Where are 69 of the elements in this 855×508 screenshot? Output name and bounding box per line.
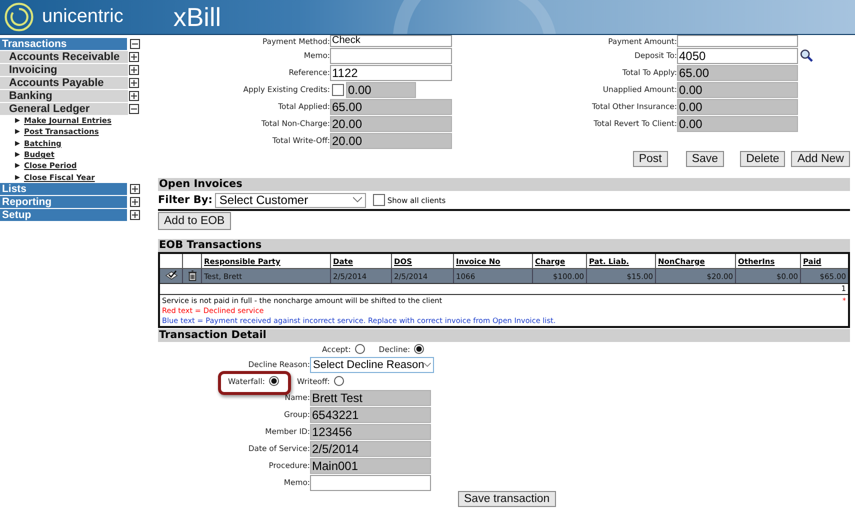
filter-label: Filter By: [158,194,212,206]
nav-item[interactable]: Banking [0,90,128,102]
section-header: Transaction Detail [158,329,850,342]
decline-reason-select[interactable]: Select Decline Reason [310,356,434,372]
expand-icon[interactable] [130,184,140,194]
nav-item[interactable]: Accounts Receivable [0,50,128,62]
nav-section[interactable]: Setup [0,209,127,222]
action-button[interactable]: Save [686,151,724,167]
collapse-icon[interactable] [130,38,140,48]
checkbox[interactable] [373,194,386,206]
checkbox[interactable] [332,84,344,96]
action-button[interactable]: Add New [791,151,850,167]
readonly-field: Main001 [310,458,431,474]
customer-select[interactable]: Select Customer [215,192,366,208]
readonly-field: 6543221 [310,406,431,422]
save-transaction-button[interactable]: Save transaction [458,491,556,507]
chevron-icon [424,362,431,368]
brand-name: unicentric [42,6,124,28]
nav-item[interactable]: Invoicing [0,64,128,76]
action-button[interactable]: Delete [740,151,786,167]
readonly-field: 65.00 [677,64,798,80]
logo-icon [4,2,34,32]
radio-button[interactable] [334,376,344,386]
nav-section[interactable]: Lists [0,183,127,196]
expand-icon[interactable] [129,64,139,74]
readonly-field: 0.00 [677,82,798,98]
bullet-icon [15,118,20,124]
readonly-field: Brett Test [310,390,431,406]
expand-icon[interactable] [129,90,139,100]
readonly-field: 65.00 [330,98,452,114]
nav-section[interactable]: Reporting [0,196,127,208]
bullet-icon [15,140,20,146]
search-icon[interactable] [800,49,813,62]
bullet-icon [15,152,20,158]
input-field[interactable]: 1122 [330,64,452,80]
expand-icon[interactable] [129,78,139,88]
radio-button[interactable] [414,344,424,354]
readonly-field: 0.00 [677,116,798,132]
action-button[interactable]: Post [632,151,668,167]
chevron-icon [353,197,362,203]
trash-icon[interactable] [188,270,196,280]
bullet-icon [15,129,20,134]
nav-section[interactable]: Transactions [0,38,127,50]
select-field[interactable]: Check [330,35,452,47]
approve-icon[interactable] [164,270,178,280]
nav-item[interactable]: General Ledger [0,102,128,114]
readonly-field: 2/5/2014 [310,440,431,456]
add-to-eob-button[interactable]: Add to EOB [158,212,231,230]
readonly-field: 20.00 [330,116,452,132]
input-field[interactable]: 4050 [677,48,798,64]
radio-button[interactable] [354,344,365,354]
readonly-field: 123456 [310,424,431,440]
nav-item[interactable]: Accounts Payable [0,76,128,88]
section-header: EOB Transactions [158,239,850,252]
input-field[interactable] [330,48,452,64]
expand-icon[interactable] [130,210,140,220]
product-name: xBill [173,2,221,32]
expand-icon[interactable] [129,52,139,62]
section-header: Open Invoices [158,178,850,191]
bullet-icon [15,174,20,180]
input-field[interactable] [310,474,431,490]
input-field[interactable] [677,35,798,47]
credit-amount-field: 0.00 [346,82,416,98]
collapse-icon[interactable] [129,104,139,114]
radio-button[interactable] [269,376,280,386]
bullet-icon [15,163,20,168]
readonly-field: 20.00 [330,132,452,148]
readonly-field: 0.00 [677,98,798,114]
expand-icon[interactable] [130,197,140,208]
